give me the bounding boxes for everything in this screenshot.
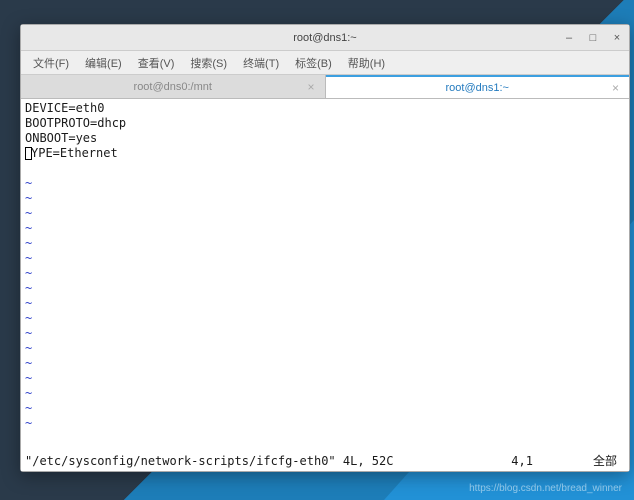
- vim-tilde: ~: [25, 416, 625, 431]
- window-controls: – □ ×: [563, 32, 623, 44]
- vim-tilde: ~: [25, 236, 625, 251]
- vim-tilde: ~: [25, 326, 625, 341]
- menubar: 文件(F) 编辑(E) 查看(V) 搜索(S) 终端(T) 标签(B) 帮助(H…: [21, 51, 629, 75]
- vim-tilde: ~: [25, 371, 625, 386]
- tabbar: root@dns0:/mnt × root@dns1:~ ×: [21, 75, 629, 99]
- tab-1-label: root@dns1:~: [446, 82, 509, 94]
- vim-tilde: ~: [25, 341, 625, 356]
- menu-help[interactable]: 帮助(H): [342, 53, 391, 73]
- vim-tilde: ~: [25, 296, 625, 311]
- vim-statusline: "/etc/sysconfig/network-scripts/ifcfg-et…: [25, 454, 625, 469]
- menu-tabs[interactable]: 标签(B): [289, 53, 338, 73]
- maximize-button[interactable]: □: [587, 32, 599, 44]
- status-file: "/etc/sysconfig/network-scripts/ifcfg-et…: [25, 454, 393, 469]
- tab-0[interactable]: root@dns0:/mnt ×: [21, 75, 326, 98]
- minimize-button[interactable]: –: [563, 32, 575, 44]
- menu-search[interactable]: 搜索(S): [184, 53, 233, 73]
- watermark: https://blog.csdn.net/bread_winner: [469, 483, 622, 494]
- vim-tilde: ~: [25, 191, 625, 206]
- tab-1-close-icon[interactable]: ×: [612, 81, 619, 95]
- vim-tilde: ~: [25, 251, 625, 266]
- menu-view[interactable]: 查看(V): [132, 53, 181, 73]
- tab-0-label: root@dns0:/mnt: [134, 81, 212, 93]
- status-position: 4,1: [511, 454, 533, 469]
- vim-tilde: ~: [25, 311, 625, 326]
- vim-tilde: ~: [25, 266, 625, 281]
- editor-line: DEVICE=eth0: [25, 101, 625, 116]
- close-button[interactable]: ×: [611, 32, 623, 44]
- tab-0-close-icon[interactable]: ×: [307, 80, 314, 94]
- menu-edit[interactable]: 编辑(E): [79, 53, 128, 73]
- vim-tilde: ~: [25, 206, 625, 221]
- menu-file[interactable]: 文件(F): [27, 53, 75, 73]
- vim-tilde: ~: [25, 176, 625, 191]
- terminal-area[interactable]: DEVICE=eth0BOOTPROTO=dhcpONBOOT=yesYPE=E…: [21, 99, 629, 471]
- vim-tilde: ~: [25, 281, 625, 296]
- vim-tilde: ~: [25, 221, 625, 236]
- editor-line: YPE=Ethernet: [25, 146, 625, 161]
- editor-line: BOOTPROTO=dhcp: [25, 116, 625, 131]
- editor-line: ONBOOT=yes: [25, 131, 625, 146]
- vim-tilde: ~: [25, 356, 625, 371]
- vim-tilde: ~: [25, 386, 625, 401]
- window-title: root@dns1:~: [293, 32, 356, 44]
- vim-tilde: ~: [25, 401, 625, 416]
- status-scroll: 全部: [593, 454, 617, 469]
- titlebar[interactable]: root@dns1:~ – □ ×: [21, 25, 629, 51]
- terminal-window: root@dns1:~ – □ × 文件(F) 编辑(E) 查看(V) 搜索(S…: [20, 24, 630, 472]
- tab-1[interactable]: root@dns1:~ ×: [326, 75, 630, 98]
- menu-terminal[interactable]: 终端(T): [237, 53, 285, 73]
